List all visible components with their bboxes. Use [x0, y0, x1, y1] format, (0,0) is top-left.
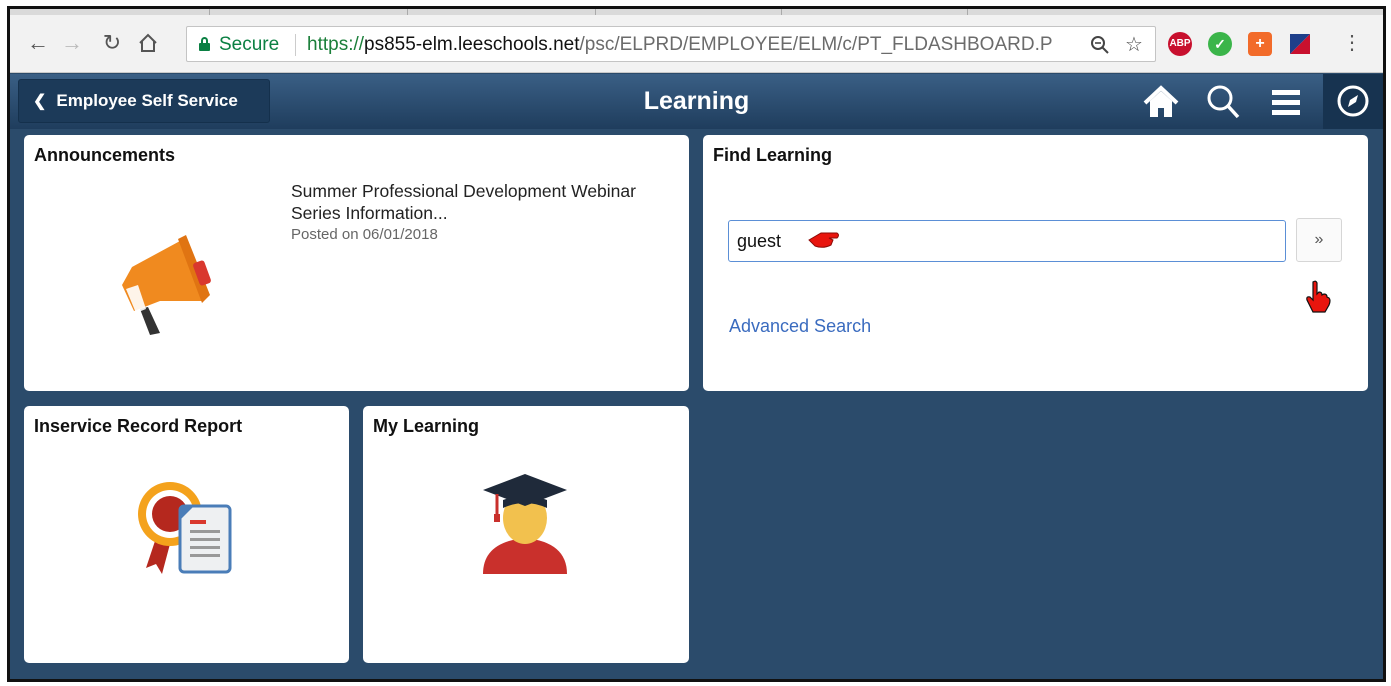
compass-icon	[1337, 85, 1369, 117]
browser-window: ← → ↻ Secure https://ps855-elm.leeschool…	[7, 6, 1386, 682]
page-header: ❮ Employee Self Service Learning	[10, 74, 1383, 129]
url-path: /psc/ELPRD/EMPLOYEE/ELM/c/PT_FLDASHBOARD…	[579, 34, 1053, 55]
adblock-extension-icon[interactable]: ABP	[1168, 32, 1192, 56]
url-text[interactable]: https://ps855-elm.leeschools.net/psc/ELP…	[307, 34, 1069, 56]
find-learning-title: Find Learning	[713, 145, 832, 165]
back-arrow-icon[interactable]: ←	[24, 29, 52, 57]
find-learning-tile: Find Learning » Advanced Search	[703, 135, 1368, 391]
url-scheme: https://	[307, 34, 365, 55]
menu-icon[interactable]	[1266, 82, 1306, 122]
flag-extension-icon[interactable]	[1288, 32, 1312, 56]
announcements-tile[interactable]: Announcements Summer Professional Develo…	[24, 135, 689, 391]
check-extension-icon[interactable]: ✓	[1208, 32, 1232, 56]
my-learning-title: My Learning	[373, 416, 480, 436]
browser-toolbar: ← → ↻ Secure https://ps855-elm.leeschool…	[10, 15, 1383, 73]
star-icon[interactable]: ☆	[1121, 32, 1147, 58]
reload-icon[interactable]: ↻	[98, 29, 126, 57]
announcement-item-title[interactable]: Summer Professional Development Webinar …	[291, 180, 651, 224]
announcements-title: Announcements	[34, 145, 176, 165]
url-host: ps855-elm.leeschools.net	[364, 34, 580, 55]
inservice-record-report-tile[interactable]: Inservice Record Report	[24, 406, 349, 663]
graduate-icon	[483, 474, 567, 574]
announcement-item-date: Posted on 06/01/2018	[291, 226, 438, 243]
forward-arrow-icon[interactable]: →	[58, 29, 86, 57]
search-icon[interactable]	[1203, 82, 1243, 122]
home-icon[interactable]	[134, 29, 162, 57]
home-icon[interactable]	[1141, 82, 1181, 122]
omnibox-divider	[295, 34, 296, 56]
navbar-button[interactable]	[1323, 74, 1383, 129]
certificate-ribbon-icon	[138, 482, 232, 574]
advanced-search-link[interactable]: Advanced Search	[729, 316, 871, 337]
hand-cursor-icon	[1306, 280, 1331, 313]
address-bar[interactable]: Secure https://ps855-elm.leeschools.net/…	[186, 26, 1156, 62]
browser-menu-icon[interactable]: ⋮	[1338, 29, 1366, 57]
inservice-record-report-title: Inservice Record Report	[34, 416, 243, 436]
zoom-icon[interactable]	[1087, 32, 1113, 58]
plus-extension-icon[interactable]: +	[1248, 32, 1272, 56]
megaphone-icon	[122, 235, 211, 335]
lock-icon	[199, 37, 210, 51]
pointing-hand-icon	[808, 232, 839, 248]
my-learning-tile[interactable]: My Learning	[363, 406, 689, 663]
search-go-button[interactable]: »	[1296, 218, 1342, 262]
secure-label: Secure	[219, 34, 280, 55]
